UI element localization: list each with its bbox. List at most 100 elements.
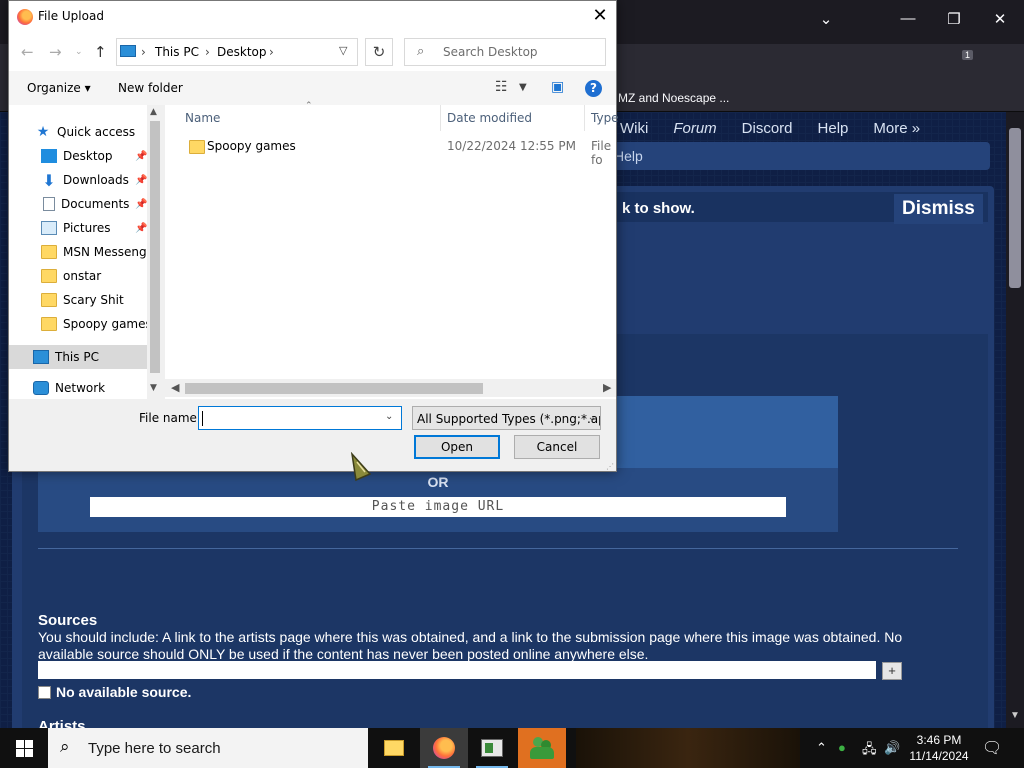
start-button[interactable] xyxy=(0,728,48,768)
tab-list-chevron-icon[interactable]: ⌄ xyxy=(806,10,846,28)
resize-grip-icon[interactable]: ⋰ xyxy=(606,462,614,471)
nav-forum[interactable]: Forum xyxy=(673,120,716,137)
nav-desktop[interactable]: Desktop 📌 xyxy=(9,144,149,168)
search-box[interactable]: ⌕ Search Desktop xyxy=(404,38,606,66)
file-list: ⌃ Name Date modified Type Spoopy games 1… xyxy=(165,101,619,399)
nav-network[interactable]: Network xyxy=(9,376,149,400)
image-url-input[interactable]: Paste image URL xyxy=(90,497,786,517)
back-arrow-icon[interactable]: ← xyxy=(21,43,34,61)
file-list-hscrollbar-thumb[interactable] xyxy=(185,383,483,394)
bookmark-item[interactable]: MZ and Noescape ... xyxy=(618,91,729,105)
nav-documents[interactable]: Documents 📌 xyxy=(9,192,149,216)
recent-chevron-icon[interactable]: ⌄ xyxy=(75,47,83,57)
nav-onstar[interactable]: onstar xyxy=(9,264,149,288)
minimize-button[interactable]: — xyxy=(888,10,928,27)
nav-downloads[interactable]: ⬇ Downloads 📌 xyxy=(9,168,149,192)
dismiss-button[interactable]: Dismiss xyxy=(894,194,983,224)
folder-icon xyxy=(41,245,57,259)
file-explorer-taskbar-icon[interactable] xyxy=(370,728,418,768)
no-source-option[interactable]: No available source. xyxy=(38,684,191,700)
file-name: Spoopy games xyxy=(207,139,296,153)
show-hidden-icons-chevron-icon[interactable]: ⌃ xyxy=(816,740,827,756)
nav-scary-shit[interactable]: Scary Shit xyxy=(9,288,149,312)
messenger-tray-icon[interactable]: ● xyxy=(838,740,846,755)
page-scrollbar-thumb[interactable] xyxy=(1009,128,1021,288)
scroll-right-icon[interactable]: ▶ xyxy=(603,381,611,394)
column-separator[interactable] xyxy=(584,105,585,131)
nav-wiki[interactable]: Wiki xyxy=(620,120,648,137)
address-bar[interactable]: › This PC › Desktop › ▽ xyxy=(116,38,358,66)
file-list-hscrollbar[interactable]: ◀ ▶ xyxy=(165,379,616,397)
network-tray-icon[interactable]: 🖧 xyxy=(862,740,877,762)
search-placeholder: Search Desktop xyxy=(443,45,538,59)
new-folder-button[interactable]: New folder xyxy=(118,81,183,95)
app-taskbar-icon[interactable] xyxy=(468,728,516,768)
page-scrollbar[interactable]: ▼ xyxy=(1006,112,1024,728)
scroll-left-icon[interactable]: ◀ xyxy=(171,381,179,394)
source-url-input[interactable] xyxy=(38,661,876,679)
column-header-date[interactable]: Date modified xyxy=(447,111,532,125)
firefox-taskbar-icon[interactable] xyxy=(420,728,468,768)
pc-icon xyxy=(33,350,49,364)
help-link[interactable]: Help xyxy=(614,148,643,164)
scroll-down-icon[interactable]: ▼ xyxy=(1010,710,1020,721)
nav-label: This PC xyxy=(55,350,99,364)
nav-more[interactable]: More » xyxy=(873,120,920,137)
notifications-icon[interactable]: 🗨 xyxy=(982,738,1002,758)
breadcrumb-this-pc[interactable]: This PC xyxy=(155,45,199,59)
file-upload-dialog: File Upload ✕ ← → ⌄ ↑ › This PC › Deskto… xyxy=(8,0,619,472)
close-window-button[interactable]: ✕ xyxy=(980,10,1020,28)
refresh-icon[interactable]: ↻ xyxy=(365,38,393,66)
view-dropdown-icon[interactable]: ▼ xyxy=(519,82,527,93)
file-type-select[interactable]: All Supported Types (*.png;*.ap ⌄ xyxy=(412,406,601,430)
nav-help[interactable]: Help xyxy=(818,120,849,137)
up-arrow-icon[interactable]: ↑ xyxy=(94,43,107,61)
system-clock[interactable]: 3:46 PM 11/14/2024 xyxy=(898,732,980,764)
breadcrumb-separator[interactable]: › xyxy=(269,45,274,59)
help-icon[interactable]: ? xyxy=(585,80,602,97)
folder-icon xyxy=(189,140,205,154)
open-button[interactable]: Open xyxy=(414,435,500,459)
preview-pane-icon[interactable]: ▣ xyxy=(551,79,564,95)
file-name-input[interactable]: ⌄ xyxy=(198,406,402,430)
column-header-name[interactable]: Name xyxy=(185,111,220,125)
close-icon[interactable]: ✕ xyxy=(585,3,615,29)
scroll-up-icon[interactable]: ▲ xyxy=(150,107,157,117)
organize-button[interactable]: Organize ▾ xyxy=(27,81,91,95)
nav-this-pc[interactable]: This PC xyxy=(9,345,149,369)
add-source-button[interactable]: + xyxy=(882,662,902,680)
forward-arrow-icon[interactable]: → xyxy=(49,43,62,61)
file-date: 10/22/2024 12:55 PM xyxy=(447,139,576,153)
no-source-checkbox[interactable] xyxy=(38,685,51,699)
folder-icon xyxy=(41,269,57,283)
dialog-titlebar: File Upload ✕ xyxy=(9,1,616,33)
site-nav: Wiki Forum Discord Help More » xyxy=(620,120,920,137)
address-dropdown-icon[interactable]: ▽ xyxy=(339,44,347,57)
text-caret xyxy=(202,411,203,426)
nav-label: Network xyxy=(55,381,106,395)
breadcrumb-desktop[interactable]: Desktop xyxy=(217,45,267,59)
nav-discord[interactable]: Discord xyxy=(742,120,793,137)
sources-title: Sources xyxy=(38,612,98,629)
file-type-dropdown-icon: ⌄ xyxy=(587,412,596,423)
column-separator[interactable] xyxy=(440,105,441,131)
custom-cursor-icon xyxy=(350,452,372,482)
column-header-type[interactable]: Type xyxy=(591,111,619,125)
view-options-icon[interactable]: ☷ xyxy=(495,79,508,95)
nav-label: Pictures xyxy=(63,221,111,235)
taskbar-search[interactable]: ⌕ Type here to search xyxy=(48,728,368,768)
file-name-dropdown-icon[interactable]: ⌄ xyxy=(385,411,393,422)
nav-pane-scrollbar[interactable]: ▲ ▼ xyxy=(147,105,163,399)
scroll-down-icon[interactable]: ▼ xyxy=(150,383,157,393)
nav-quick-access[interactable]: ★ Quick access xyxy=(9,120,149,144)
sources-description: You should include: A link to the artist… xyxy=(38,629,903,662)
nav-pictures[interactable]: Pictures 📌 xyxy=(9,216,149,240)
nav-msn-messenger[interactable]: MSN Messenger xyxy=(9,240,159,264)
file-row[interactable]: Spoopy games 10/22/2024 12:55 PM File fo xyxy=(165,137,616,167)
or-label: OR xyxy=(427,474,449,490)
restore-button[interactable]: ❐ xyxy=(934,10,974,28)
nav-spoopy-games[interactable]: Spoopy games xyxy=(9,312,152,336)
nav-pane-scrollbar-thumb[interactable] xyxy=(150,121,160,373)
messenger-taskbar-icon[interactable] xyxy=(518,728,566,768)
cancel-button[interactable]: Cancel xyxy=(514,435,600,459)
